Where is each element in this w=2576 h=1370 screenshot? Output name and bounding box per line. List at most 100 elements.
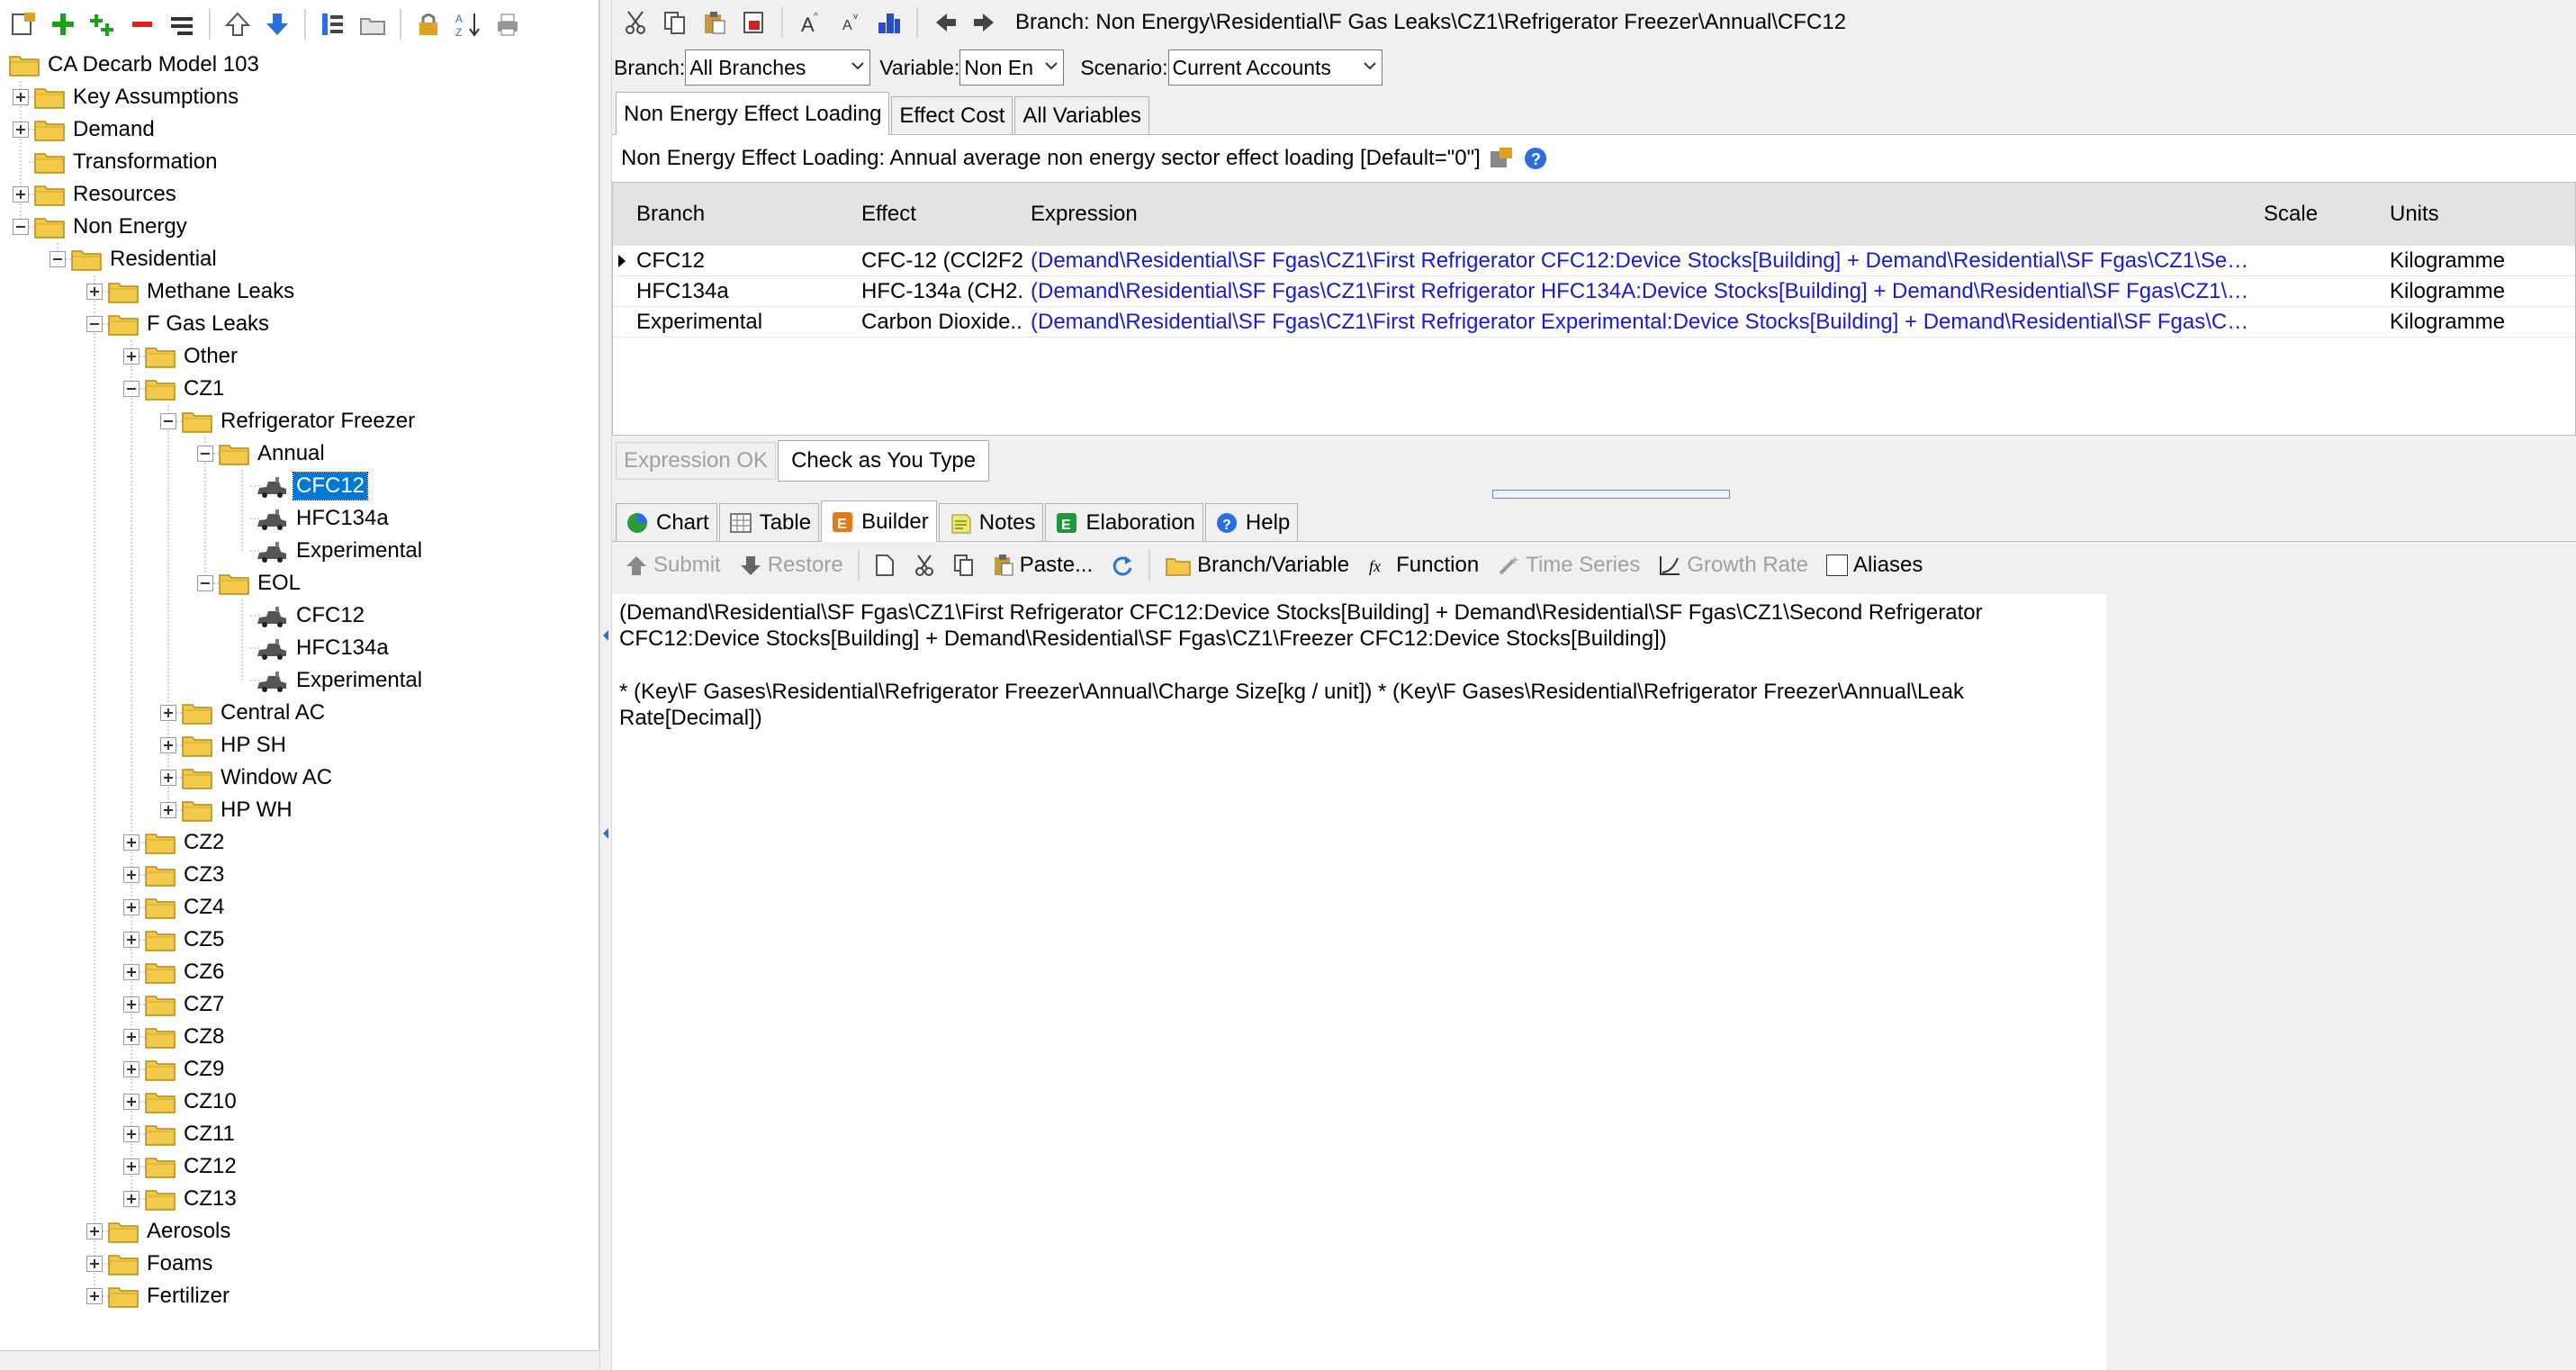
tree-branch-item[interactable]: CZ10 (123, 1086, 239, 1118)
tree-branch-item[interactable]: CZ5 (123, 924, 227, 956)
col-expression[interactable]: Expression (1023, 202, 2256, 227)
expand-icon[interactable] (86, 1288, 103, 1304)
lock-icon[interactable] (412, 8, 445, 41)
cell-branch[interactable]: CFC12 (629, 248, 854, 274)
tree-branch-item[interactable]: CA Decarb Model 103 (4, 49, 262, 81)
tree-branch-item[interactable]: CZ9 (123, 1053, 227, 1086)
tree-branch-item[interactable]: CZ12 (123, 1150, 239, 1183)
tree-branch-item[interactable]: Foams (86, 1248, 215, 1280)
back-icon[interactable] (929, 6, 961, 39)
collapse-icon[interactable] (123, 381, 140, 397)
expand-icon[interactable] (123, 932, 140, 948)
font-increase-icon[interactable]: A ^ (794, 6, 826, 39)
expand-icon[interactable] (123, 899, 140, 915)
tree-branch-item[interactable]: Aerosols (86, 1215, 233, 1248)
cell-branch[interactable]: Experimental (629, 310, 854, 335)
collapse-icon[interactable] (50, 251, 66, 267)
expand-icon[interactable] (123, 1061, 140, 1077)
submit-button[interactable]: Submit (617, 547, 728, 583)
tree-branch-item[interactable]: CZ6 (123, 956, 227, 988)
collapse-icon[interactable] (197, 446, 213, 462)
forward-icon[interactable] (968, 6, 1001, 39)
table-row[interactable]: CFC12 CFC-12 (CCl2F2) (Demand\Residentia… (613, 246, 2575, 276)
paste-icon[interactable] (698, 6, 731, 39)
cell-expression[interactable]: (Demand\Residential\SF Fgas\CZ1\First Re… (1023, 310, 2256, 335)
tree-branch-item[interactable]: HP SH (160, 729, 289, 762)
tree-branch-item[interactable]: CZ2 (123, 826, 227, 859)
tab-help[interactable]: ? Help (1204, 503, 1299, 541)
rename-icon[interactable] (166, 8, 198, 41)
cell-effect[interactable]: Carbon Dioxide... (854, 310, 1023, 335)
paste-button[interactable]: Paste... (986, 547, 1100, 583)
tab-notes[interactable]: Notes (938, 503, 1044, 541)
tab-non-energy-effect-loading[interactable]: Non Energy Effect Loading (616, 92, 890, 135)
expand-icon[interactable] (123, 1191, 140, 1207)
add-branch-icon[interactable] (47, 8, 79, 41)
tree-branch-item[interactable]: Methane Leaks (86, 275, 297, 308)
structure-icon[interactable] (873, 6, 905, 39)
collapse-icon[interactable] (86, 316, 103, 332)
horizontal-splitter[interactable] (612, 486, 2576, 500)
tab-all-variables[interactable]: All Variables (1014, 96, 1149, 134)
cut-button[interactable] (906, 547, 942, 583)
tree-branch-item[interactable]: Refrigerator Freezer (160, 405, 418, 437)
table-row[interactable]: Experimental Carbon Dioxide... (Demand\R… (613, 307, 2575, 338)
tree-branch-item[interactable]: Key Assumptions (13, 81, 241, 113)
collapse-icon[interactable] (13, 219, 29, 235)
tree-branch-item[interactable]: CZ13 (123, 1183, 239, 1215)
add-multiple-icon[interactable] (86, 8, 119, 41)
cell-units[interactable]: Kilogramme (2382, 279, 2562, 304)
new-button[interactable] (867, 547, 903, 583)
tree-leaf-item[interactable]: Experimental (234, 664, 425, 697)
tree-branch-item[interactable]: CZ11 (123, 1118, 238, 1150)
branch-filter-select[interactable]: All Branches (685, 50, 871, 86)
tree-branch-item[interactable]: Residential (50, 243, 220, 275)
expand-icon[interactable] (123, 996, 140, 1013)
tree-leaf-item[interactable]: Experimental (234, 535, 425, 567)
expression-editor[interactable]: (Demand\Residential\SF Fgas\CZ1\First Re… (612, 594, 2106, 1370)
tree-branch-item[interactable]: Resources (13, 178, 179, 211)
tree-branch-item[interactable]: EOL (197, 567, 303, 599)
tab-elaboration[interactable]: E Elaboration (1045, 503, 1203, 541)
tree-leaf-item[interactable]: CFC12 (234, 470, 369, 502)
move-up-icon[interactable] (221, 8, 254, 41)
tree-branch-item[interactable]: Transformation (13, 146, 221, 178)
check-as-you-type-button[interactable]: Check as You Type (778, 440, 990, 482)
tab-chart[interactable]: Chart (616, 503, 717, 541)
collapse-left-icon[interactable] (603, 630, 608, 641)
tree-branch-item[interactable]: Non Energy (13, 211, 190, 243)
properties-icon[interactable] (7, 8, 40, 41)
delete-branch-icon[interactable] (126, 8, 158, 41)
branch-tree[interactable]: CA Decarb Model 103 Key Assumptions Demand… (0, 49, 599, 1350)
vertical-splitter[interactable] (599, 0, 612, 1370)
tree-branch-item[interactable]: Fertilizer (86, 1280, 232, 1312)
settings-icon[interactable] (1488, 145, 1515, 172)
collapse-icon[interactable] (160, 413, 176, 429)
tree-branch-item[interactable]: F Gas Leaks (86, 308, 272, 340)
cell-effect[interactable]: HFC-134a (CH2... (854, 279, 1023, 304)
variable-filter-select[interactable]: Non En (959, 50, 1065, 86)
expand-icon[interactable] (123, 1158, 140, 1175)
cell-expression[interactable]: (Demand\Residential\SF Fgas\CZ1\First Re… (1023, 248, 2256, 274)
tree-branch-item[interactable]: CZ3 (123, 859, 227, 891)
sort-icon[interactable]: AZ (452, 8, 484, 41)
help-icon[interactable]: ? (1522, 145, 1549, 172)
tab-effect-cost[interactable]: Effect Cost (891, 96, 1013, 134)
expand-icon[interactable] (160, 770, 176, 786)
expand-icon[interactable] (86, 1223, 103, 1239)
tree-horizontal-scrollbar[interactable] (0, 1350, 599, 1370)
tree-branch-item[interactable]: HP WH (160, 794, 295, 826)
expand-icon[interactable] (123, 1126, 140, 1142)
tree-branch-item[interactable]: Other (123, 340, 240, 373)
aliases-checkbox[interactable]: Aliases (1819, 547, 1930, 583)
col-effect[interactable]: Effect (854, 202, 1023, 227)
function-button[interactable]: fx Function (1360, 547, 1486, 583)
cell-branch[interactable]: HFC134a (629, 279, 854, 304)
growth-rate-button[interactable]: Growth Rate (1651, 547, 1815, 583)
cut-icon[interactable] (619, 6, 652, 39)
table-row[interactable]: HFC134a HFC-134a (CH2... (Demand\Residen… (613, 276, 2575, 307)
copy-icon[interactable] (659, 6, 691, 39)
copy-button[interactable] (946, 547, 982, 583)
restore-button[interactable]: Restore (732, 547, 851, 583)
print-icon[interactable] (491, 8, 524, 41)
